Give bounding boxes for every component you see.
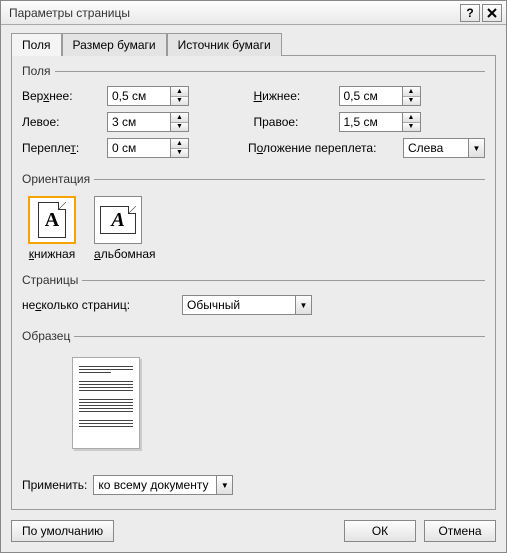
help-button[interactable]: ? (460, 4, 480, 22)
multi-pages-select[interactable]: Обычный ▼ (182, 295, 312, 315)
tab-source[interactable]: Источник бумаги (167, 33, 282, 56)
client-area: Поля Размер бумаги Источник бумаги Поля … (1, 25, 506, 552)
margins-group: Поля Верхнее: ▲▼ Нижнее: ▲▼ (22, 64, 485, 164)
apply-value: ко всему документу (94, 476, 216, 494)
pages-legend: Страницы (22, 273, 82, 287)
spinner-up-icon[interactable]: ▲ (171, 139, 188, 149)
ok-button[interactable]: ОК (344, 520, 416, 542)
default-button[interactable]: По умолчанию (11, 520, 114, 542)
chevron-down-icon[interactable]: ▼ (295, 296, 311, 314)
spinner-down-icon[interactable]: ▼ (171, 97, 188, 106)
multi-pages-label: несколько страниц: (22, 298, 182, 312)
landscape-page-icon: A (100, 206, 136, 234)
spinner-down-icon[interactable]: ▼ (171, 149, 188, 158)
spinner-up-icon[interactable]: ▲ (171, 113, 188, 123)
sample-group: Образец (22, 329, 485, 455)
tab-panel: Поля Верхнее: ▲▼ Нижнее: ▲▼ (11, 55, 496, 510)
margins-legend: Поля (22, 64, 55, 78)
left-input[interactable] (108, 113, 170, 131)
spinner-up-icon[interactable]: ▲ (403, 87, 420, 97)
top-input[interactable] (108, 87, 170, 105)
apply-label: Применить: (22, 478, 87, 492)
left-label: Левое: (22, 115, 107, 129)
gutter-input[interactable] (108, 139, 170, 157)
orientation-landscape[interactable]: A альбомная (94, 196, 156, 261)
gutterpos-label: Положение переплета: (248, 141, 403, 155)
tab-margins[interactable]: Поля (11, 33, 62, 56)
apply-row: Применить: ко всему документу ▼ (22, 471, 485, 499)
chevron-down-icon[interactable]: ▼ (468, 139, 484, 157)
close-button[interactable] (482, 4, 502, 22)
titlebar: Параметры страницы ? (1, 1, 506, 25)
portrait-page-icon: A (38, 202, 66, 238)
pages-group: Страницы несколько страниц: Обычный ▼ (22, 273, 485, 321)
cancel-button[interactable]: Отмена (424, 520, 496, 542)
spinner-up-icon[interactable]: ▲ (171, 87, 188, 97)
gutter-label: Переплет: (22, 141, 107, 155)
bottom-label: Нижнее: (254, 89, 339, 103)
spinner-down-icon[interactable]: ▼ (171, 123, 188, 132)
chevron-down-icon[interactable]: ▼ (216, 476, 232, 494)
tab-strip: Поля Размер бумаги Источник бумаги (11, 33, 496, 56)
orientation-group: Ориентация A книжная A альбомная (22, 172, 485, 265)
orientation-legend: Ориентация (22, 172, 94, 186)
top-spinner[interactable]: ▲▼ (107, 86, 189, 106)
right-label: Правое: (254, 115, 339, 129)
sample-preview-icon (72, 357, 140, 449)
orientation-portrait[interactable]: A книжная (28, 196, 76, 261)
sample-legend: Образец (22, 329, 74, 343)
bottom-input[interactable] (340, 87, 402, 105)
top-label: Верхнее: (22, 89, 107, 103)
multi-pages-value: Обычный (183, 296, 295, 314)
right-input[interactable] (340, 113, 402, 131)
left-spinner[interactable]: ▲▼ (107, 112, 189, 132)
landscape-label: альбомная (94, 247, 156, 261)
gutterpos-value: Слева (404, 139, 468, 157)
apply-select[interactable]: ко всему документу ▼ (93, 475, 233, 495)
portrait-label: книжная (28, 247, 76, 261)
bottom-spinner[interactable]: ▲▼ (339, 86, 421, 106)
right-spinner[interactable]: ▲▼ (339, 112, 421, 132)
spinner-up-icon[interactable]: ▲ (403, 113, 420, 123)
page-setup-dialog: Параметры страницы ? Поля Размер бумаги … (0, 0, 507, 553)
close-icon (487, 8, 497, 18)
spinner-down-icon[interactable]: ▼ (403, 123, 420, 132)
gutter-spinner[interactable]: ▲▼ (107, 138, 189, 158)
spinner-down-icon[interactable]: ▼ (403, 97, 420, 106)
window-title: Параметры страницы (9, 6, 458, 20)
button-bar: По умолчанию ОК Отмена (11, 510, 496, 542)
tab-paper[interactable]: Размер бумаги (62, 33, 167, 56)
gutterpos-select[interactable]: Слева ▼ (403, 138, 485, 158)
